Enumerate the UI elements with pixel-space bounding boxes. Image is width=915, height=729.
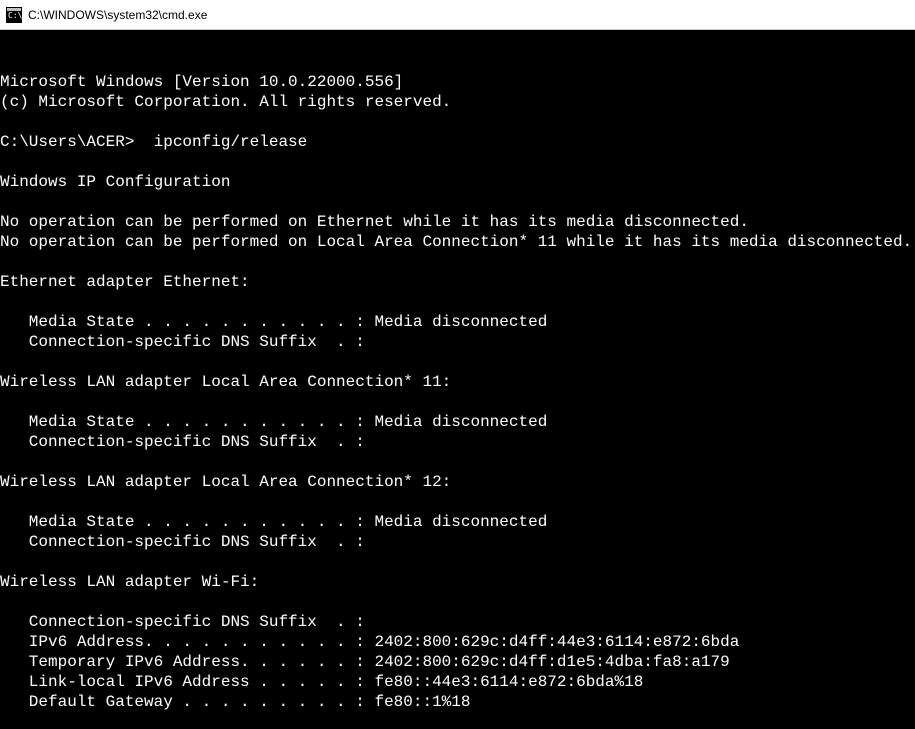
terminal-line	[0, 292, 915, 312]
terminal-line	[0, 192, 915, 212]
window-title: C:\WINDOWS\system32\cmd.exe	[28, 8, 207, 22]
terminal-line: Windows IP Configuration	[0, 172, 915, 192]
terminal-line	[0, 392, 915, 412]
terminal-scrollback: Microsoft Windows [Version 10.0.22000.55…	[0, 72, 915, 729]
terminal-line: Connection-specific DNS Suffix . :	[0, 612, 915, 632]
terminal-line: Connection-specific DNS Suffix . :	[0, 432, 915, 452]
terminal-line: Microsoft Windows [Version 10.0.22000.55…	[0, 72, 915, 92]
terminal-line: (c) Microsoft Corporation. All rights re…	[0, 92, 915, 112]
svg-text:C:\: C:\	[8, 11, 22, 20]
terminal-line: Temporary IPv6 Address. . . . . . : 2402…	[0, 652, 915, 672]
terminal-line	[0, 712, 915, 729]
cmd-icon: C:\	[6, 7, 22, 23]
terminal-line	[0, 352, 915, 372]
window-title-bar[interactable]: C:\ C:\WINDOWS\system32\cmd.exe	[0, 0, 915, 30]
terminal-line: Default Gateway . . . . . . . . . : fe80…	[0, 692, 915, 712]
terminal-line: Connection-specific DNS Suffix . :	[0, 532, 915, 552]
terminal-output-area[interactable]: Microsoft Windows [Version 10.0.22000.55…	[0, 30, 915, 729]
terminal-line: No operation can be performed on Etherne…	[0, 212, 915, 232]
terminal-line: No operation can be performed on Local A…	[0, 232, 915, 252]
terminal-line: Media State . . . . . . . . . . . : Medi…	[0, 312, 915, 332]
terminal-line	[0, 452, 915, 472]
terminal-line	[0, 492, 915, 512]
terminal-line	[0, 252, 915, 272]
terminal-line: Connection-specific DNS Suffix . :	[0, 332, 915, 352]
terminal-line: Wireless LAN adapter Local Area Connecti…	[0, 472, 915, 492]
terminal-line: IPv6 Address. . . . . . . . . . . : 2402…	[0, 632, 915, 652]
terminal-line	[0, 152, 915, 172]
terminal-line	[0, 592, 915, 612]
terminal-line	[0, 552, 915, 572]
terminal-line: Ethernet adapter Ethernet:	[0, 272, 915, 292]
terminal-line: Media State . . . . . . . . . . . : Medi…	[0, 412, 915, 432]
terminal-line: Wireless LAN adapter Local Area Connecti…	[0, 372, 915, 392]
terminal-line: Wireless LAN adapter Wi-Fi:	[0, 572, 915, 592]
terminal-line: C:\Users\ACER> ipconfig/release	[0, 132, 915, 152]
terminal-line	[0, 112, 915, 132]
terminal-line: Link-local IPv6 Address . . . . . : fe80…	[0, 672, 915, 692]
terminal-line: Media State . . . . . . . . . . . : Medi…	[0, 512, 915, 532]
